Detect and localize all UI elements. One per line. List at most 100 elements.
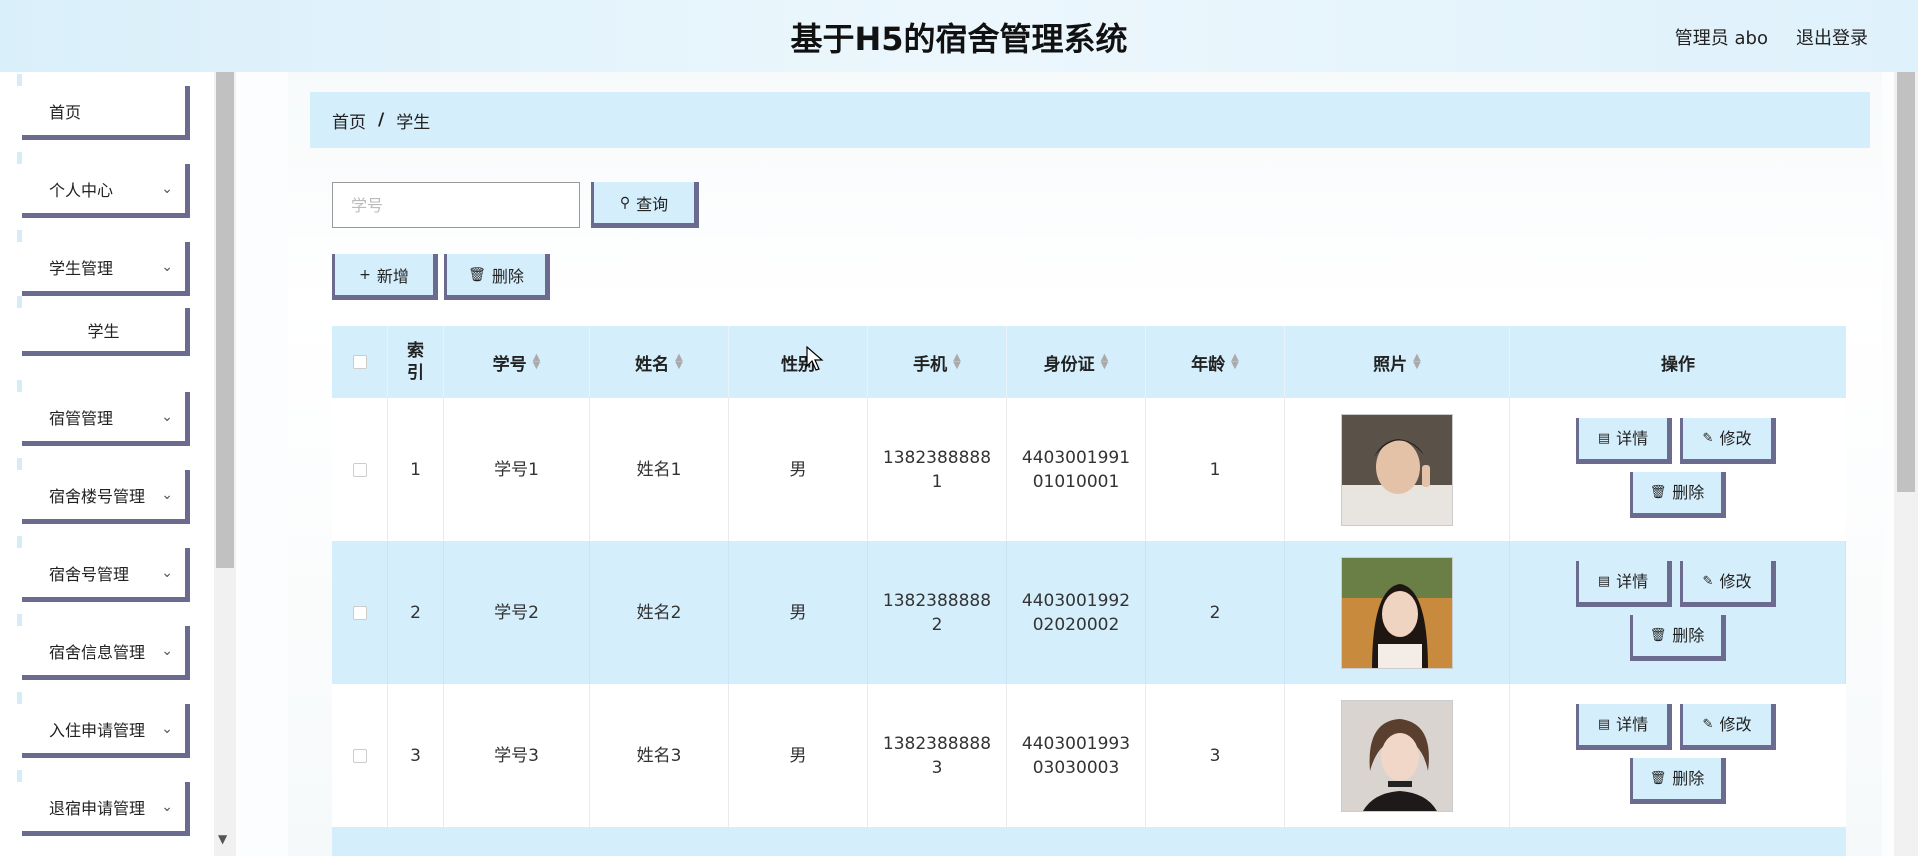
chevron-down-icon: ⌄	[161, 408, 173, 425]
sidebar-item-room[interactable]: 宿舍号管理 ⌄	[17, 536, 190, 602]
detail-button[interactable]: ▤ 详情	[1576, 704, 1672, 750]
row-checkbox[interactable]	[352, 462, 367, 477]
breadcrumb-separator: /	[378, 110, 385, 130]
document-icon: ▤	[1597, 430, 1611, 446]
current-user: 管理员 abo	[1674, 28, 1768, 49]
cell-name: 姓名2	[590, 541, 729, 684]
sort-icon[interactable]: ▲ ▼	[1413, 353, 1421, 371]
cell-gender: 男	[729, 541, 868, 684]
students-table: 索引 学号 ▲ ▼ 姓名 ▲ ▼ 性别 手机 ▲ ▼ 身份证 ▲ ▼ 年龄 ▲ ▼ 照片 ▲ ▼ 操作 …	[332, 326, 1846, 856]
row-checkbox[interactable]	[352, 748, 367, 763]
sort-icon[interactable]: ▲ ▼	[1101, 353, 1109, 371]
chevron-down-icon: ⌄	[161, 720, 173, 737]
sort-icon[interactable]: ▲ ▼	[953, 353, 961, 371]
sidebar-item-dorm-info[interactable]: 宿舍信息管理 ⌄	[17, 614, 190, 680]
row-actions: ▤ 详情 ✎ 修改 🗑 删除	[1510, 684, 1846, 827]
cell-phone: 13823888882	[868, 541, 1007, 684]
header-id-card[interactable]: 身份证 ▲ ▼	[1007, 326, 1146, 398]
logout-link[interactable]: 退出登录	[1796, 24, 1868, 50]
add-button[interactable]: + 新增	[332, 254, 438, 300]
student-photo[interactable]	[1341, 413, 1453, 526]
trash-icon: 🗑	[1649, 627, 1667, 643]
sidebar-item-label: 宿舍号管理	[49, 564, 130, 584]
chevron-down-icon: ⌄	[161, 486, 173, 503]
select-all-checkbox[interactable]	[352, 355, 367, 369]
table-row-partial	[332, 827, 1846, 856]
cell-photo	[1285, 684, 1510, 827]
chevron-down-icon: ⌄	[161, 798, 173, 815]
sidebar-item-label: 首页	[49, 102, 82, 122]
edit-button[interactable]: ✎ 修改	[1680, 561, 1776, 607]
chevron-down-icon: ⌄	[161, 564, 173, 581]
edit-button[interactable]: ✎ 修改	[1680, 418, 1776, 464]
sort-icon[interactable]: ▲ ▼	[533, 353, 541, 371]
sidebar-item-checkout[interactable]: 退宿申请管理 ⌄	[17, 770, 190, 836]
trash-icon: 🗑	[468, 266, 486, 283]
detail-button[interactable]: ▤ 详情	[1576, 418, 1672, 464]
sidebar-item-profile[interactable]: 个人中心 ⌄	[17, 152, 190, 218]
row-checkbox[interactable]	[352, 605, 367, 620]
edit-button[interactable]: ✎ 修改	[1680, 704, 1776, 750]
cell-phone: 13823888883	[868, 684, 1007, 827]
sort-icon[interactable]: ▲ ▼	[675, 353, 683, 371]
cell-name: 姓名3	[590, 684, 729, 827]
cell-index: 2	[388, 541, 444, 684]
cell-student-no: 学号2	[444, 541, 590, 684]
cell-id-card: 440300199202020002	[1007, 541, 1146, 684]
sidebar-item-checkin[interactable]: 入住申请管理 ⌄	[17, 692, 190, 758]
batch-delete-button[interactable]: 🗑 删除	[444, 254, 550, 300]
sidebar-item-student-management[interactable]: 学生管理 ⌄	[17, 230, 190, 296]
sidebar-scrollbar-thumb[interactable]	[216, 72, 234, 568]
header-student-no[interactable]: 学号 ▲ ▼	[444, 326, 590, 398]
header-photo[interactable]: 照片 ▲ ▼	[1285, 326, 1510, 398]
header-age[interactable]: 年龄 ▲ ▼	[1146, 326, 1285, 398]
pencil-icon: ✎	[1702, 716, 1714, 732]
main-scrollbar-thumb[interactable]	[1897, 72, 1915, 492]
table-row: 1 学号1 姓名1 男 13823888881 4403001991010100…	[332, 398, 1846, 541]
add-button-label: 新增	[376, 266, 409, 286]
delete-button[interactable]: 🗑 删除	[1630, 758, 1726, 804]
header-name[interactable]: 姓名 ▲ ▼	[590, 326, 729, 398]
search-button-label: 查询	[636, 194, 669, 214]
pencil-icon: ✎	[1702, 430, 1714, 446]
app-title: 基于H5的宿舍管理系统	[790, 20, 1128, 58]
header-phone[interactable]: 手机 ▲ ▼	[868, 326, 1007, 398]
delete-button-label: 删除	[491, 266, 524, 286]
search-button[interactable]: ⚲ 查询	[591, 182, 699, 228]
sidebar-item-home[interactable]: 首页	[17, 74, 190, 140]
cell-phone: 13823888881	[868, 398, 1007, 541]
sidebar: 首页 个人中心 ⌄ 学生管理 ⌄ 学生 宿管管理 ⌄ 宿舍楼号管理 ⌄ 宿舍号管…	[0, 72, 214, 856]
cell-photo	[1285, 398, 1510, 541]
document-icon: ▤	[1597, 573, 1611, 589]
detail-button[interactable]: ▤ 详情	[1576, 561, 1672, 607]
breadcrumb: 首页 / 学生	[310, 92, 1870, 148]
header-actions: 操作	[1661, 354, 1695, 375]
chevron-down-icon: ⌄	[161, 258, 173, 275]
delete-button[interactable]: 🗑 删除	[1630, 615, 1726, 661]
row-actions: ▤ 详情 ✎ 修改 🗑 删除	[1510, 398, 1846, 541]
sidebar-item-building[interactable]: 宿舍楼号管理 ⌄	[17, 458, 190, 524]
select-all-cell	[332, 326, 388, 398]
table-header: 索引 学号 ▲ ▼ 姓名 ▲ ▼ 性别 手机 ▲ ▼ 身份证 ▲ ▼ 年龄 ▲ ▼ 照片 ▲ ▼ 操作	[332, 326, 1846, 398]
student-no-search-input[interactable]	[332, 182, 580, 228]
cell-age: 1	[1146, 398, 1285, 541]
table-row: 3 学号3 姓名3 男 13823888883 4403001993030300…	[332, 684, 1846, 827]
table-row: 2 学号2 姓名2 男 13823888882 4403001992020200…	[332, 541, 1846, 684]
header: 基于H5的宿舍管理系统 管理员 abo 退出登录	[0, 0, 1918, 72]
trash-icon: 🗑	[1649, 484, 1667, 500]
sidebar-item-dorm-manager[interactable]: 宿管管理 ⌄	[17, 380, 190, 446]
sidebar-item-label: 个人中心	[49, 180, 114, 200]
search-icon: ⚲	[619, 194, 631, 211]
sidebar-item-label: 退宿申请管理	[49, 798, 146, 818]
scroll-down-arrow-icon[interactable]: ▼	[218, 832, 227, 846]
delete-button[interactable]: 🗑 删除	[1630, 472, 1726, 518]
student-photo[interactable]	[1341, 556, 1453, 669]
student-photo[interactable]	[1341, 699, 1453, 812]
sidebar-item-student[interactable]: 学生	[17, 296, 190, 356]
sort-icon[interactable]: ▲ ▼	[1231, 353, 1239, 371]
header-gender: 性别	[729, 326, 868, 398]
sidebar-item-label: 宿舍楼号管理	[49, 486, 146, 506]
header-index: 索引	[388, 326, 444, 398]
breadcrumb-home[interactable]: 首页	[332, 108, 366, 133]
document-icon: ▤	[1597, 716, 1611, 732]
